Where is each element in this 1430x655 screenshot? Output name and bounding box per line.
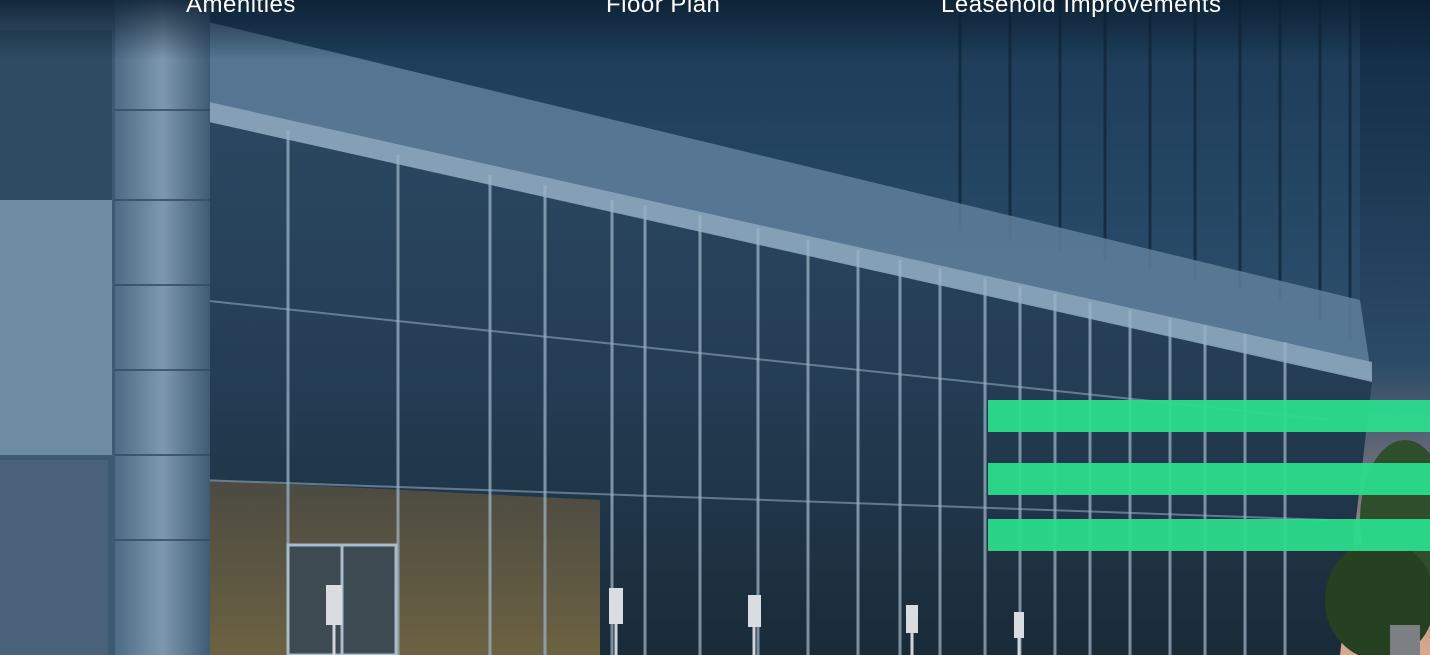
building-photo	[0, 0, 1430, 655]
accent-stripe	[988, 463, 1430, 495]
nav-link-leasehold-improvements[interactable]: Leasehold Improvements	[941, 0, 1221, 22]
hero-section: Amenities Floor Plan Leasehold Improveme…	[0, 0, 1430, 655]
accent-stripe	[988, 400, 1430, 432]
top-navigation: Amenities Floor Plan Leasehold Improveme…	[0, 0, 1430, 40]
nav-link-amenities[interactable]: Amenities	[186, 0, 296, 22]
accent-stripe	[988, 519, 1430, 551]
accent-stripes	[988, 400, 1430, 552]
nav-link-floor-plan[interactable]: Floor Plan	[606, 0, 720, 22]
